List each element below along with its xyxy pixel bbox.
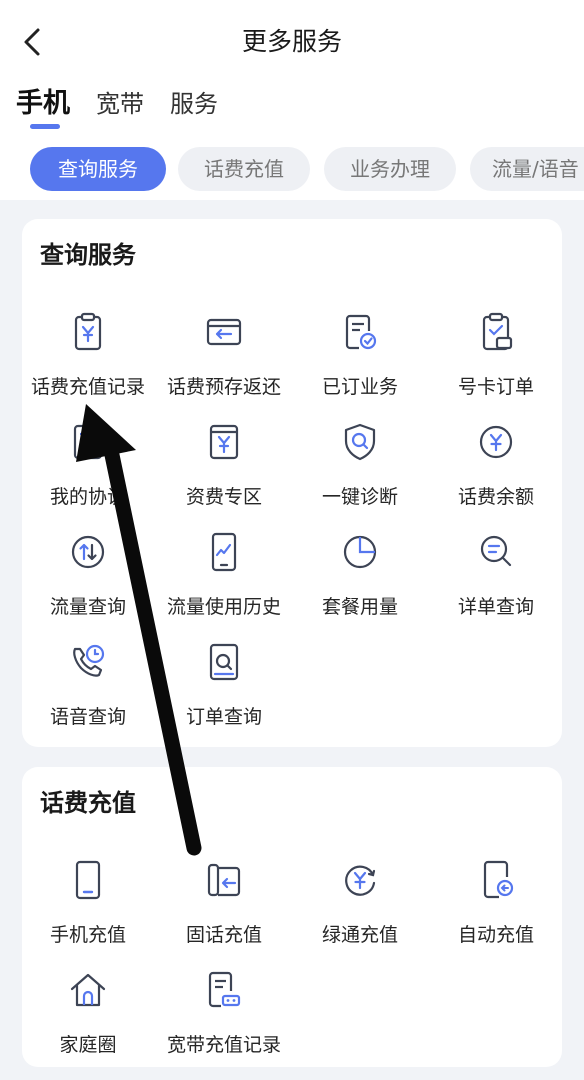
recharge-card: 话费充值 手机充值 固话充值 绿通充值 自动充值 家庭圈 宽带充值记录	[22, 767, 562, 1067]
item-label: 订单查询	[185, 706, 262, 728]
home-icon	[70, 973, 106, 1007]
item-recharge-record[interactable]: 话费充值记录	[18, 311, 158, 411]
book-yuan-icon	[209, 424, 239, 460]
mobile-phone-icon	[75, 860, 101, 900]
item-label: 一键诊断	[321, 486, 398, 508]
chip-business[interactable]: 业务办理	[324, 147, 456, 191]
recharge-section-title: 话费充值	[40, 789, 136, 817]
item-agreement[interactable]: 我的协议	[18, 421, 158, 521]
query-services-card: 查询服务 话费充值记录 话费预存返还 已订业务 号卡订单 我的协议 资费专区 一…	[22, 219, 562, 747]
agreement-icon	[73, 424, 103, 460]
item-label: 自动充值	[457, 924, 534, 946]
item-prepay-return[interactable]: 话费预存返还	[154, 311, 294, 411]
filter-chips: 查询服务 话费充值 业务办理 流量/语音	[30, 147, 584, 191]
item-label: 已订业务	[321, 376, 398, 398]
item-plan-usage[interactable]: 套餐用量	[290, 531, 430, 631]
item-label: 资费专区	[185, 486, 262, 508]
item-data-query[interactable]: 流量查询	[18, 531, 158, 631]
phone-clock-icon	[73, 644, 105, 677]
broadband-record-icon	[208, 971, 241, 1008]
item-label: 语音查询	[49, 706, 126, 728]
tab-service[interactable]: 服务	[170, 84, 218, 128]
item-green-recharge[interactable]: 绿通充值	[290, 859, 430, 959]
item-label: 话费充值记录	[30, 376, 145, 398]
item-label: 话费余额	[457, 486, 534, 508]
chip-data-voice[interactable]: 流量/语音	[470, 147, 584, 191]
item-subscribed[interactable]: 已订业务	[290, 311, 430, 411]
item-label: 话费预存返还	[166, 376, 281, 398]
item-label: 套餐用量	[321, 596, 398, 618]
item-label: 手机充值	[49, 924, 126, 946]
item-label: 绿通充值	[321, 924, 398, 946]
item-tariff-zone[interactable]: 资费专区	[154, 421, 294, 521]
search-list-icon	[480, 535, 512, 567]
category-tabs: 手机 宽带 服务	[16, 84, 244, 128]
phone-chart-icon	[211, 532, 237, 572]
item-landline-recharge[interactable]: 固话充值	[154, 859, 294, 959]
sim-order-icon	[482, 312, 513, 351]
item-balance[interactable]: 话费余额	[426, 421, 566, 521]
item-label: 号卡订单	[457, 376, 534, 398]
card-return-icon	[206, 318, 242, 346]
app-header: 更多服务 手机 宽带 服务 查询服务 话费充值 业务办理 流量/语音	[0, 0, 584, 200]
shield-search-icon	[344, 423, 376, 461]
pie-chart-icon	[343, 535, 377, 569]
yuan-circle-icon	[479, 425, 513, 459]
active-tab-indicator	[30, 124, 60, 129]
item-mobile-recharge[interactable]: 手机充值	[18, 859, 158, 959]
clipboard-yuan-icon	[74, 312, 102, 351]
item-family-circle[interactable]: 家庭圈	[18, 969, 158, 1069]
item-sim-order[interactable]: 号卡订单	[426, 311, 566, 411]
item-label: 固话充值	[185, 924, 262, 946]
query-section-title: 查询服务	[40, 241, 136, 269]
yuan-refresh-icon	[345, 865, 376, 896]
data-arrows-icon	[71, 535, 105, 569]
item-auto-recharge[interactable]: 自动充值	[426, 859, 566, 959]
tab-mobile[interactable]: 手机	[16, 84, 70, 128]
item-label: 我的协议	[49, 486, 126, 508]
chip-query-service[interactable]: 查询服务	[30, 147, 166, 191]
item-broadband-recharge-record[interactable]: 宽带充值记录	[154, 969, 294, 1069]
item-voice-query[interactable]: 语音查询	[18, 641, 158, 741]
order-search-icon	[209, 643, 239, 681]
item-data-history[interactable]: 流量使用历史	[154, 531, 294, 631]
item-label: 详单查询	[457, 596, 534, 618]
document-check-icon	[345, 314, 377, 350]
landline-icon	[207, 863, 241, 897]
page-title: 更多服务	[241, 27, 342, 56]
item-label: 流量使用历史	[166, 596, 281, 618]
item-label: 宽带充值记录	[166, 1034, 281, 1056]
phone-auto-icon	[483, 860, 514, 899]
chip-recharge[interactable]: 话费充值	[178, 147, 310, 191]
item-diagnosis[interactable]: 一键诊断	[290, 421, 430, 521]
item-label: 家庭圈	[59, 1034, 117, 1056]
item-order-query[interactable]: 订单查询	[154, 641, 294, 741]
tab-broadband[interactable]: 宽带	[96, 84, 144, 128]
item-detail-query[interactable]: 详单查询	[426, 531, 566, 631]
item-label: 流量查询	[49, 596, 126, 618]
